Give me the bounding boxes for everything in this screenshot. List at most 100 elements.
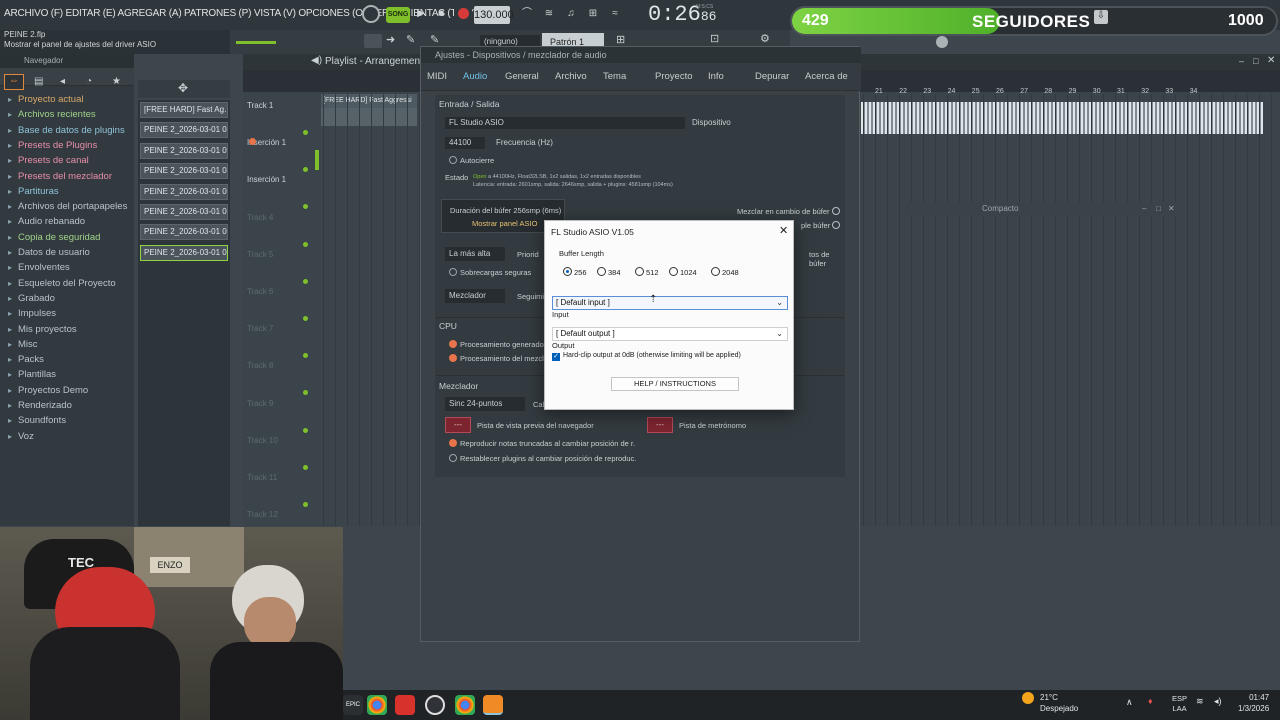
output-select[interactable]: [ Default output ] ⌄ bbox=[552, 327, 788, 341]
browser-item[interactable]: ▸ Proyecto actual bbox=[8, 94, 83, 105]
microphone-icon[interactable]: ♦ bbox=[1148, 696, 1153, 706]
keyboard-icon[interactable] bbox=[364, 34, 382, 48]
metronome-track-select[interactable]: --- bbox=[647, 417, 673, 433]
online-icon[interactable] bbox=[936, 36, 948, 48]
history-tab-icon[interactable]: ◔ bbox=[86, 76, 92, 87]
chrome-icon[interactable] bbox=[367, 695, 387, 715]
browser-item[interactable]: ▸ Presets de canal bbox=[8, 155, 89, 166]
compact-close-icon[interactable]: ✕ bbox=[1168, 202, 1175, 216]
hardclip-checkbox[interactable]: ✓ Hard-clip output at 0dB (otherwise limi… bbox=[552, 352, 741, 361]
browser-item[interactable]: ▸ Esqueleto del Proyecto bbox=[8, 278, 116, 289]
track-header[interactable]: Inserción 1 bbox=[243, 172, 313, 208]
browser-item[interactable]: ▸ Presets del mezclador bbox=[8, 171, 112, 182]
mix-option-reset-plugins[interactable]: Restablecer plugins al cambiar posición … bbox=[449, 454, 636, 463]
browser-item[interactable]: ▸ Renderizado bbox=[8, 400, 72, 411]
picker-item[interactable]: PEINE 2_2026-03-01 01-… bbox=[140, 122, 228, 139]
epic-games-icon[interactable]: EPIC bbox=[343, 695, 363, 715]
triple-buffer-option[interactable]: ple búfer bbox=[801, 221, 843, 230]
browser-preview-track-select[interactable]: --- bbox=[445, 417, 471, 433]
wifi-icon[interactable]: ≋ bbox=[1196, 696, 1204, 707]
tempo-display[interactable]: 130.000 bbox=[474, 6, 514, 24]
system-clock[interactable]: 01:47 1/3/2026 bbox=[1238, 692, 1269, 714]
picker-item[interactable]: PEINE 2_2026-03-01 01-… bbox=[140, 183, 228, 200]
language-indicator[interactable]: ESP LAA bbox=[1172, 694, 1187, 714]
mix-option-truncated-notes[interactable]: Reproducir notas truncadas al cambiar po… bbox=[449, 439, 635, 448]
buffer-option[interactable]: 384 bbox=[597, 267, 621, 277]
picker-item[interactable]: PEINE 2_2026-03-01 01-… bbox=[140, 244, 228, 261]
plug-icon[interactable]: ⊡ bbox=[710, 32, 719, 45]
play-icon[interactable]: ▶ bbox=[412, 5, 430, 23]
autoclose-option[interactable]: Autocierre bbox=[449, 156, 494, 165]
arrow-right-icon[interactable]: ➜ bbox=[386, 33, 395, 46]
compact-minimize-icon[interactable]: – bbox=[1142, 202, 1146, 216]
maximize-icon[interactable]: □ bbox=[1253, 56, 1258, 66]
settings-gear-icon[interactable]: ⚙ bbox=[760, 32, 770, 45]
audio-clip-waveform-right[interactable] bbox=[861, 102, 1263, 134]
settings-tab[interactable]: MIDI bbox=[427, 71, 447, 82]
step-edit-icon[interactable]: ⊞ bbox=[584, 5, 602, 23]
buffer-option[interactable]: 512 bbox=[635, 267, 659, 277]
all-tab-icon[interactable]: ⇔ bbox=[4, 74, 24, 90]
picker-item[interactable]: PEINE 2_2026-03-01 01-… bbox=[140, 163, 228, 180]
track-header[interactable]: Track 5 bbox=[243, 247, 313, 283]
weather-widget[interactable]: 21°C Despejado bbox=[1040, 692, 1078, 714]
track-header[interactable]: Track 1 bbox=[243, 98, 313, 134]
buffer-option[interactable]: 1024 bbox=[669, 267, 697, 277]
picker-item[interactable]: [FREE HARD] Fast Ag… bbox=[140, 102, 228, 118]
app-red-icon[interactable] bbox=[395, 695, 415, 715]
browser-item[interactable]: ▸ Grabado bbox=[8, 293, 55, 304]
track-header[interactable]: Track 6 bbox=[243, 284, 313, 320]
picker-item[interactable]: PEINE 2_2026-03-01 01-… bbox=[140, 142, 228, 159]
settings-tab[interactable]: Info bbox=[708, 71, 724, 82]
browser-item[interactable]: ▸ Presets de Plugins bbox=[8, 140, 97, 151]
countdown-icon[interactable]: ♫ bbox=[562, 5, 580, 23]
browser-item[interactable]: ▸ Mis proyectos bbox=[8, 324, 77, 335]
browser-item[interactable]: ▸ Copia de seguridad bbox=[8, 232, 100, 243]
browser-item[interactable]: ▸ Partituras bbox=[8, 186, 59, 197]
settings-tab[interactable]: General bbox=[505, 71, 539, 82]
buffer-option[interactable]: 2048 bbox=[711, 267, 739, 277]
master-volume-slider[interactable] bbox=[236, 41, 276, 44]
track-header[interactable]: Track 7 bbox=[243, 321, 313, 357]
plus-icon[interactable]: ⊞ bbox=[616, 33, 625, 46]
browser-item[interactable]: ▸ Datos de usuario bbox=[8, 247, 90, 258]
plugins-tab-icon[interactable]: ◂ bbox=[60, 76, 65, 87]
cpu-option-mixer[interactable]: Procesamiento del mezcla bbox=[449, 354, 548, 363]
browser-item[interactable]: ▸ Envolventes bbox=[8, 262, 70, 273]
settings-tab[interactable]: Acerca de bbox=[805, 71, 848, 82]
close-icon[interactable]: ✕ bbox=[1267, 55, 1275, 66]
browser-item[interactable]: ▸ Voz bbox=[8, 431, 34, 442]
track-header[interactable]: Track 8 bbox=[243, 358, 313, 394]
sync-select[interactable]: Sinc 24-puntos bbox=[445, 397, 525, 411]
chrome-icon-2[interactable] bbox=[455, 695, 475, 715]
browser-item[interactable]: ▸ Audio rebanado bbox=[8, 216, 85, 227]
files-tab-icon[interactable]: ▤ bbox=[34, 76, 43, 87]
browser-item[interactable]: ▸ Impulses bbox=[8, 308, 56, 319]
obs-icon[interactable] bbox=[425, 695, 445, 715]
record-icon[interactable] bbox=[454, 5, 472, 23]
pencil-icon[interactable]: ✎ bbox=[406, 33, 415, 46]
browser-item[interactable]: ▸ Misc bbox=[8, 339, 38, 350]
minimize-icon[interactable]: – bbox=[1239, 56, 1244, 66]
picker-item[interactable]: PEINE 2_2026-03-01 01-… bbox=[140, 224, 228, 241]
pencil-icon-2[interactable]: ✎ bbox=[430, 33, 439, 46]
track-header[interactable]: Track 10 bbox=[243, 433, 313, 469]
buffer-option[interactable]: 256 bbox=[563, 267, 587, 277]
browser-item[interactable]: ▸ Soundfonts bbox=[8, 415, 66, 426]
browser-item[interactable]: ▸ Archivos del portapapeles bbox=[8, 201, 127, 212]
browser-item[interactable]: ▸ Proyectos Demo bbox=[8, 385, 88, 396]
mix-buffer-change-option[interactable]: Mezclar en cambio de búfer bbox=[737, 207, 843, 216]
browser-item[interactable]: ▸ Packs bbox=[8, 354, 44, 365]
favorites-tab-icon[interactable]: ★ bbox=[112, 76, 121, 87]
settings-tab[interactable]: Proyecto bbox=[655, 71, 693, 82]
fl-studio-icon[interactable] bbox=[483, 695, 503, 715]
help-instructions-button[interactable]: HELP / INSTRUCTIONS bbox=[611, 377, 739, 391]
settings-tab[interactable]: Audio bbox=[463, 71, 487, 82]
tray-chevron-icon[interactable]: ∧ bbox=[1126, 697, 1133, 708]
track-header[interactable]: Track 4 bbox=[243, 210, 313, 246]
stop-icon[interactable]: ■ bbox=[432, 5, 450, 23]
browser-item[interactable]: ▸ Plantillas bbox=[8, 369, 56, 380]
song-mode-button[interactable]: SONG bbox=[386, 7, 410, 23]
frequency-select[interactable]: 44100 bbox=[445, 137, 485, 149]
picker-item[interactable]: PEINE 2_2026-03-01 01-… bbox=[140, 204, 228, 220]
